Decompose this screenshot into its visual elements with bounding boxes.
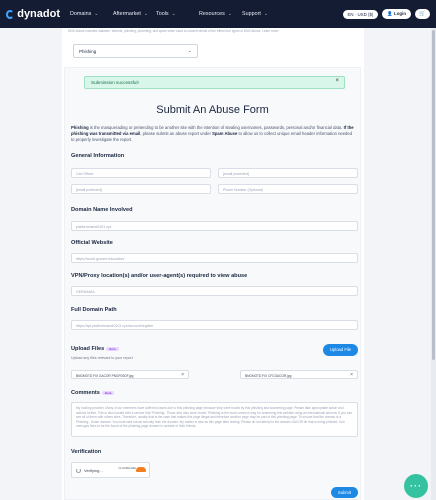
cloudflare-logo: CLOUDFLARE [119,467,146,474]
upload-subtext: Upload any files relevant to your report [71,356,133,360]
captcha-widget[interactable]: Verifying... CLOUDFLARE [71,462,150,478]
file-name: BNGMOTD FIX CFCGACOR.jpg [245,373,292,378]
official-website-label: Official Website [71,240,113,246]
page-title: Submit An Abuse Form [156,104,269,116]
submit-button[interactable]: Submit [331,487,358,498]
chevron-down-icon: ⌄ [94,11,99,17]
chevron-down-icon: ⌄ [187,48,192,54]
desc-bold: Phishing [71,125,89,130]
cart-icon[interactable]: 🛒 [415,9,430,19]
menu-aftermarket[interactable]: Aftermarket ⌄ [113,11,156,17]
comments-label: Comments Beta [71,390,115,396]
success-alert: Submission successful! × [84,76,345,89]
nav-actions: EN · USD ($) 👤 Login 🛒 [342,9,430,19]
domain-involved-label: Domain Name Involved [71,207,133,213]
menu-label: Domains [70,11,92,17]
close-icon[interactable]: × [350,372,353,378]
abuse-type-select[interactable]: Phishing ⌄ [73,44,198,58]
verification-label: Verification [71,449,102,455]
currency-selector[interactable]: EN · USD ($) [342,9,379,19]
top-navbar: dynadot Domains ⌄ Aftermarket ⌄ Tools ⌄ Res… [0,0,436,28]
file-chip: BNGMOTD FIX CFCGACOR.jpg × [240,370,358,379]
file-chip: BNGMOTD FIX GACOR PNGF0SDF.jpg × [71,370,189,379]
full-path-label: Full Domain Path [71,307,117,313]
captcha-status: Verifying... [84,468,103,473]
domain-involved-input[interactable]: platformname0101.xyz [71,221,358,231]
main-menu: Domains ⌄ Aftermarket ⌄ Tools ⌄ Resources ⌄ … [70,11,285,17]
close-icon[interactable]: × [181,372,184,378]
official-website-input[interactable]: https://world.govnmt.education/ [71,253,358,263]
desc-bold: Spam Abuse [212,131,238,136]
cloudflare-text: CLOUDFLARE [118,467,136,470]
intro-text: DNS Abuse includes malware, botnets, phi… [68,29,279,33]
menu-label: Aftermarket [113,11,141,17]
cloud-icon [136,467,146,472]
name-field[interactable]: Carl Officer [71,168,211,178]
logo-icon [6,9,15,19]
desc-text: is the masquerading or pretending to be … [88,125,344,130]
login-button[interactable]: 👤 Login [382,9,411,19]
menu-resources[interactable]: Resources ⌄ [199,11,242,17]
comments-label-text: Comments [71,390,100,396]
spinner-icon [76,468,81,474]
upload-file-button[interactable]: Upload File [323,344,358,356]
chevron-down-icon: ⌄ [143,11,149,17]
menu-label: Support [242,11,261,17]
menu-label: Resources [199,11,225,17]
beta-badge: Beta [101,390,115,395]
upload-files-label: Upload Files Beta [71,346,119,352]
logo-text: dynadot [17,8,60,20]
chevron-down-icon: ⌄ [171,11,176,17]
upload-label-text: Upload Files [71,346,105,352]
scrollbar-thumb[interactable] [432,30,435,360]
menu-label: Tools [156,11,169,17]
comments-textarea[interactable]: My hosting provider. Many of our members… [71,402,358,437]
form-description: Phishing is the masquerading or pretendi… [71,125,354,143]
abuse-type-value: Phishing [79,49,97,54]
general-info-heading: General Information [71,153,125,159]
vpn-label: VPN/Proxy location(s) and/or user-agent(… [71,273,248,279]
dynadot-logo[interactable]: dynadot [6,8,60,20]
chevron-down-icon: ⌄ [263,11,269,17]
menu-domains[interactable]: Domains ⌄ [70,11,113,17]
email-field[interactable]: [email protected] [218,168,358,178]
chevron-down-icon: ⌄ [227,11,232,17]
login-label: Login [394,11,406,16]
confirm-email-field[interactable]: [email protected] [71,184,211,194]
menu-support[interactable]: Support ⌄ [242,11,285,17]
menu-tools[interactable]: Tools ⌄ [156,11,199,17]
beta-badge: Beta [106,346,119,351]
vpn-input[interactable]: GERMANIA [71,286,358,296]
phone-field[interactable]: Phone Number (Optional) [218,184,358,194]
full-path-input[interactable]: https://api.platformname0101.xyz/account… [71,320,358,330]
desc-text: , please submit an abuse report under [140,131,213,136]
file-name: BNGMOTD FIX GACOR PNGF0SDF.jpg [76,373,134,378]
close-icon[interactable]: × [335,78,339,84]
chat-icon[interactable]: ··· [404,474,428,498]
alert-message: Submission successful! [91,80,139,85]
